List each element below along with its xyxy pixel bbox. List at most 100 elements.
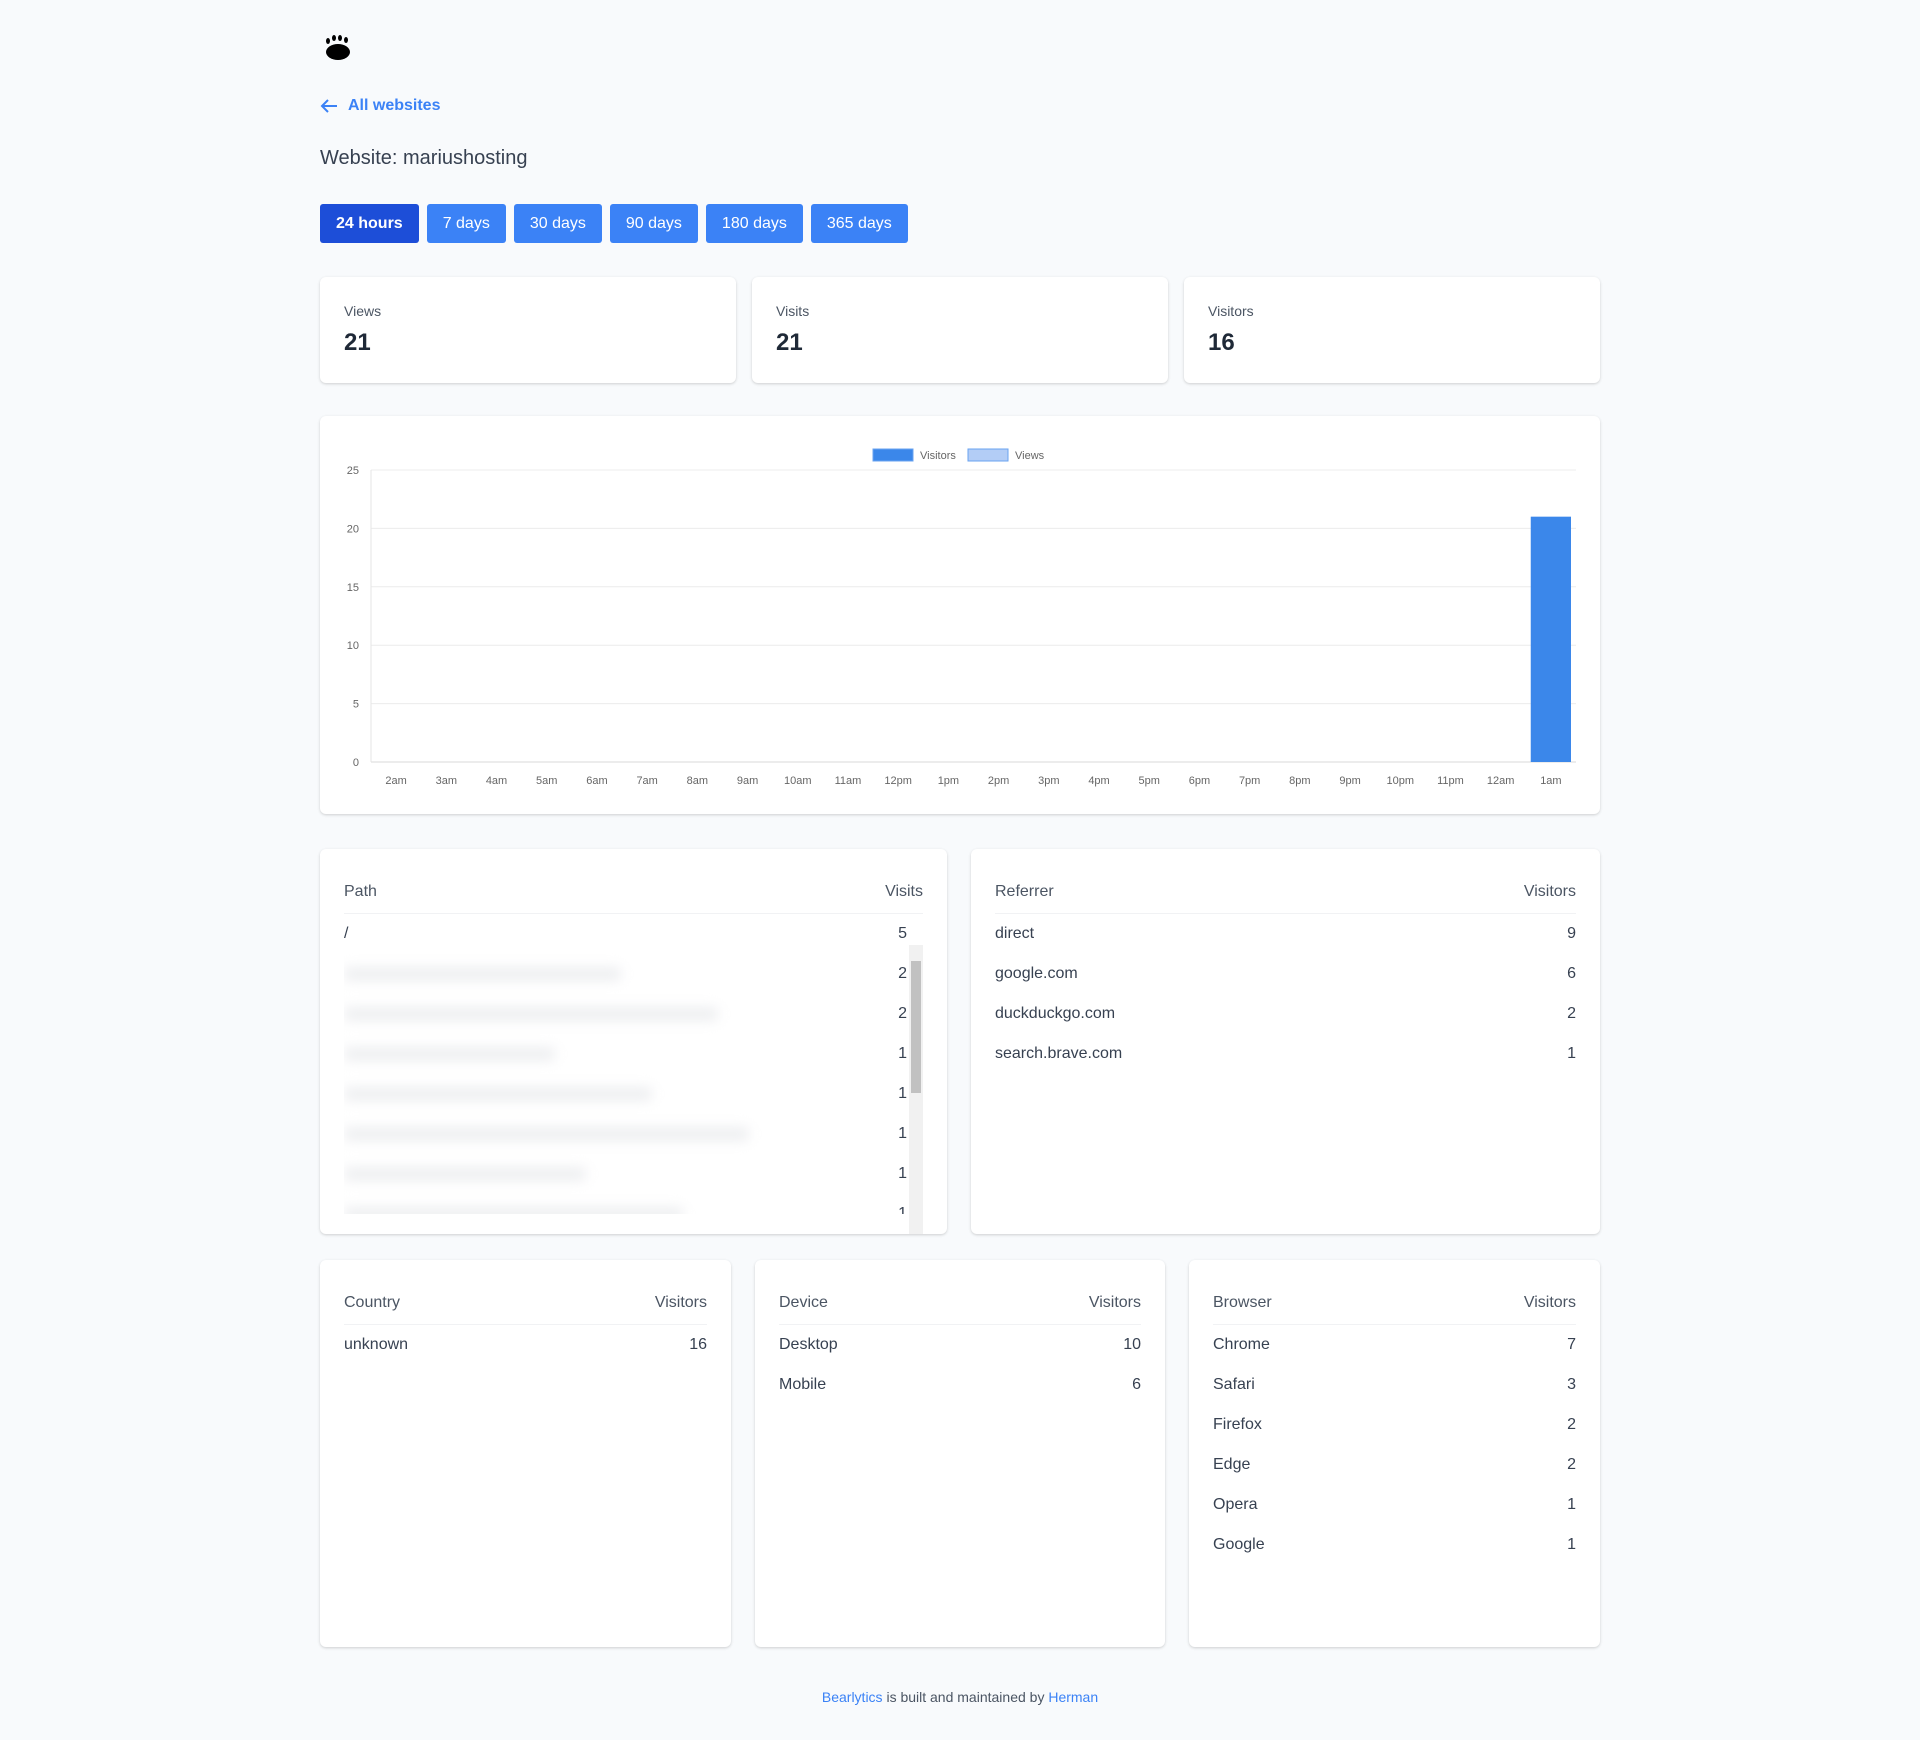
table-row: Desktop 10: [779, 1325, 1141, 1365]
table-row: direct 9: [995, 914, 1576, 954]
all-websites-label: All websites: [348, 97, 441, 114]
y-tick-label: 10: [347, 640, 359, 652]
range-90d-button[interactable]: 90 days: [609, 204, 698, 243]
row-label: Mobile: [779, 1376, 827, 1393]
x-tick-label: 7am: [636, 775, 657, 787]
row-value: 2: [1567, 1416, 1576, 1433]
stat-value: 16: [1208, 329, 1235, 356]
row-label: [344, 1047, 555, 1061]
row-value: 1: [898, 1085, 907, 1102]
table-row: search.brave.com 1: [995, 1034, 1576, 1074]
y-tick-label: 25: [347, 465, 359, 477]
row-value: 5: [898, 925, 907, 942]
x-tick-label: 7pm: [1239, 775, 1260, 787]
table-row: Safari 3: [1213, 1365, 1576, 1405]
table-row: 1: [344, 1194, 907, 1214]
x-tick-label: 1am: [1540, 775, 1561, 787]
stat-value: 21: [776, 329, 803, 356]
stat-visitors: Visitors 16: [1184, 277, 1600, 383]
range-24h-button[interactable]: 24 hours: [320, 204, 419, 243]
y-tick-label: 15: [347, 582, 359, 594]
countries-table: Country Visitors unknown 16: [344, 1294, 707, 1365]
table-row: Mobile 6: [779, 1365, 1141, 1405]
table-row: Edge 2: [1213, 1445, 1576, 1485]
chart-card: 0 5 10 15 20 25 2am 3am 4am 5am 6am 7am 8am 9am 10am 11…: [320, 416, 1600, 814]
table-row: Firefox 2: [1213, 1405, 1576, 1445]
col-browser: Browser: [1213, 1294, 1272, 1311]
countries-card: Country Visitors unknown 16: [320, 1260, 731, 1647]
table-row: 2: [344, 954, 907, 994]
row-value: 2: [1567, 1456, 1576, 1473]
row-label: Google: [1213, 1536, 1265, 1553]
range-365d-button[interactable]: 365 days: [810, 204, 908, 243]
row-value: 1: [1567, 1536, 1576, 1553]
legend-label: Views: [1015, 450, 1045, 462]
x-tick-label: 2pm: [988, 775, 1009, 787]
row-value: 9: [1567, 925, 1576, 942]
x-tick-label: 6pm: [1189, 775, 1210, 787]
row-value: 6: [1132, 1376, 1141, 1393]
x-tick-label: 3pm: [1038, 775, 1059, 787]
table-header: Referrer Visitors: [995, 883, 1576, 914]
row-value: 2: [1567, 1005, 1576, 1022]
legend-label: Visitors: [920, 450, 956, 462]
row-label: [344, 967, 621, 981]
col-path: Path: [344, 883, 377, 900]
row-label: [344, 1007, 718, 1021]
x-tick-label: 10pm: [1387, 775, 1415, 787]
table-row: google.com 6: [995, 954, 1576, 994]
x-tick-label: 11am: [835, 775, 862, 787]
x-tick-label: 12am: [1487, 775, 1515, 787]
table-row: Google 1: [1213, 1525, 1576, 1565]
row-label: /: [344, 925, 349, 942]
bar-visitors: [1530, 516, 1571, 762]
row-value: 1: [898, 1205, 907, 1214]
x-tick-label: 10am: [784, 775, 812, 787]
row-label: direct: [995, 925, 1035, 942]
col-country: Country: [344, 1294, 401, 1311]
row-label: search.brave.com: [995, 1045, 1123, 1062]
range-30d-button[interactable]: 30 days: [513, 204, 602, 243]
range-180d-button[interactable]: 180 days: [705, 204, 803, 243]
range-selector: 24 hours 7 days 30 days 90 days 180 days…: [320, 204, 908, 243]
author-link[interactable]: Herman: [1048, 1689, 1098, 1705]
row-value: 7: [1567, 1336, 1576, 1353]
all-websites-link[interactable]: All websites: [320, 97, 440, 115]
row-label: [344, 1207, 683, 1214]
scrollbar[interactable]: [909, 945, 923, 1234]
col-referrer: Referrer: [995, 883, 1054, 900]
x-tick-label: 3am: [436, 775, 457, 787]
col-visitors: Visitors: [1088, 1294, 1141, 1311]
row-label: Edge: [1213, 1456, 1251, 1473]
row-value: 2: [898, 1005, 907, 1022]
x-tick-label: 4pm: [1088, 775, 1109, 787]
stat-value: 21: [344, 329, 371, 356]
range-7d-button[interactable]: 7 days: [426, 204, 506, 243]
page-title: Website: mariushosting: [320, 147, 528, 169]
row-value: 6: [1567, 965, 1576, 982]
y-tick-label: 20: [347, 523, 359, 535]
legend-swatch: [967, 448, 1009, 462]
col-visitors: Visitors: [654, 1294, 707, 1311]
arrow-left-icon: [320, 99, 337, 113]
x-tick-label: 8am: [687, 775, 708, 787]
referrers-card: Referrer Visitors direct 9 google.com 6 duckd…: [971, 849, 1600, 1234]
stat-visits: Visits 21: [752, 277, 1168, 383]
x-tick-label: 6am: [586, 775, 607, 787]
row-label: Opera: [1213, 1496, 1258, 1513]
x-tick-label: 5pm: [1139, 775, 1160, 787]
devices-card: Device Visitors Desktop 10 Mobile 6: [755, 1260, 1165, 1647]
bearlytics-link[interactable]: Bearlytics: [822, 1689, 883, 1705]
table-row: 1: [344, 1114, 907, 1154]
scrollbar-thumb[interactable]: [911, 961, 921, 1093]
devices-table: Device Visitors Desktop 10 Mobile 6: [779, 1294, 1141, 1405]
row-value: 1: [898, 1125, 907, 1142]
table-row: Opera 1: [1213, 1485, 1576, 1525]
browsers-card: Browser Visitors Chrome 7 Safari 3 Firefox 2 Ed…: [1189, 1260, 1600, 1647]
row-value: 1: [1567, 1045, 1576, 1062]
table-row: 1: [344, 1154, 907, 1194]
table-row: 1: [344, 1074, 907, 1114]
x-tick-label: 1pm: [938, 775, 959, 787]
referrers-table: Referrer Visitors direct 9 google.com 6 duckd…: [995, 883, 1576, 1074]
row-value: 1: [1567, 1496, 1576, 1513]
